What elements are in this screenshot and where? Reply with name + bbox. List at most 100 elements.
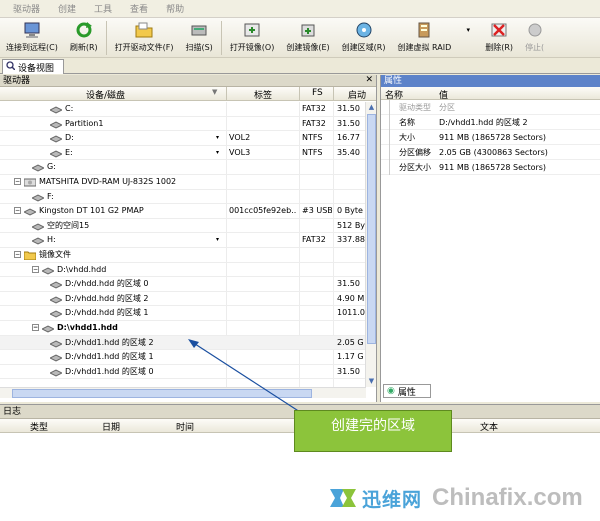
menu-create[interactable]: 创建 xyxy=(49,2,85,15)
connect-remote-button[interactable]: 连接到远程(C) xyxy=(0,21,64,57)
table-row[interactable]: D:/vhdd1.hdd 的区域 2 2.05 G xyxy=(0,335,366,351)
properties-pane: 属性 名称 值 驱动类型 分区 名称 D:/vhdd1.hdd 的区域 2 大小 91… xyxy=(380,75,600,402)
start-cell: 512 By xyxy=(337,220,366,230)
collapse-toggle-icon[interactable]: − xyxy=(14,207,21,215)
device-name-cell: − D:\vhdd1.hdd xyxy=(32,321,224,335)
device-name-cell: D:/vhdd.hdd 的区域 0 xyxy=(50,277,224,291)
table-row[interactable]: Partition1 FAT32 31.50 xyxy=(0,117,366,132)
device-name: H: xyxy=(47,235,56,245)
table-row[interactable]: F: xyxy=(0,190,366,205)
stop-button[interactable]: 停止( xyxy=(519,21,550,57)
tab-properties[interactable]: ◉ 属性 xyxy=(383,384,431,398)
tab-device-view[interactable]: 设备视图 xyxy=(2,59,64,74)
column-date[interactable]: 日期 xyxy=(102,420,120,433)
start-cell: 337.88 xyxy=(337,235,365,245)
column-start[interactable]: 启动 xyxy=(348,88,366,101)
disk-icon xyxy=(32,193,46,202)
scroll-down-icon[interactable]: ▼ xyxy=(366,376,377,387)
refresh-button[interactable]: 刷新(R) xyxy=(64,21,104,57)
table-row[interactable]: − 镜像文件 xyxy=(0,248,366,263)
scroll-thumb[interactable] xyxy=(367,114,376,344)
device-name-cell: D:/vhdd.hdd 的区域 1 xyxy=(50,306,224,320)
scan-button[interactable]: 扫描(S) xyxy=(179,21,218,57)
table-row[interactable]: − D:\vhdd1.hdd xyxy=(0,321,366,336)
create-image-button[interactable]: 创建镜像(E) xyxy=(280,21,335,57)
device-name-cell: Partition1 xyxy=(50,117,224,131)
raid-dropdown-arrow[interactable]: ▾ xyxy=(457,21,479,57)
fs-cell: #3 USB xyxy=(302,206,332,216)
create-virtual-raid-button[interactable]: 创建虚拟 RAID xyxy=(391,21,457,57)
table-row[interactable]: G: xyxy=(0,160,366,175)
virtual-raid-icon xyxy=(415,21,433,39)
chevron-down-icon[interactable]: ▾ xyxy=(216,233,219,247)
menu-view[interactable]: 查看 xyxy=(121,2,157,15)
table-row[interactable]: − Kingston DT 101 G2 PMAP 001cc05fe92eb...… xyxy=(0,204,366,219)
chevron-down-icon[interactable]: ▾ xyxy=(216,131,219,145)
property-row[interactable]: 分区偏移 2.05 GB (4300863 Sectors) xyxy=(381,145,600,160)
create-region-button[interactable]: 创建区域(R) xyxy=(336,21,392,57)
device-name-cell: C: xyxy=(50,102,224,116)
disk-icon xyxy=(50,295,64,304)
disk-icon xyxy=(50,353,64,362)
property-row[interactable]: 大小 911 MB (1865728 Sectors) xyxy=(381,130,600,145)
device-name-cell: − MATSHITA DVD-RAM UJ-832S 1002 xyxy=(14,175,224,189)
property-row[interactable]: 驱动类型 分区 xyxy=(381,100,600,115)
properties-title: 属性 xyxy=(381,75,600,87)
column-device[interactable]: 设备/磁盘 xyxy=(86,88,125,101)
menu-tools[interactable]: 工具 xyxy=(85,2,121,15)
drives-pane-title: 驱动器 ✕ xyxy=(0,75,376,87)
toolbar-separator xyxy=(105,21,107,55)
table-row[interactable]: − MATSHITA DVD-RAM UJ-832S 1002 xyxy=(0,175,366,190)
device-name: E: xyxy=(65,147,73,157)
device-name: D:\vhdd.hdd xyxy=(57,264,107,274)
property-row[interactable]: 名称 D:/vhdd1.hdd 的区域 2 xyxy=(381,115,600,130)
start-cell: 1.17 G xyxy=(337,352,364,362)
device-name-cell: D:/vhdd1.hdd 的区域 1 xyxy=(50,350,224,364)
device-name-cell: F: xyxy=(32,190,224,204)
property-row[interactable]: 分区大小 911 MB (1865728 Sectors) xyxy=(381,160,600,175)
table-row[interactable]: D:/vhdd.hdd 的区域 2 4.90 M xyxy=(0,292,366,307)
table-row[interactable]: C: FAT32 31.50 xyxy=(0,102,366,117)
drives-column-header: 设备/磁盘 ▼ 标签 FS 启动 xyxy=(0,87,376,101)
sort-arrow-icon: ▼ xyxy=(212,88,218,96)
open-image-button[interactable]: 打开镜像(O) xyxy=(224,21,281,57)
collapse-toggle-icon[interactable]: − xyxy=(32,265,39,273)
device-name: D:/vhdd.hdd 的区域 2 xyxy=(65,293,149,303)
folder-icon xyxy=(23,251,37,261)
device-name: D:/vhdd1.hdd 的区域 2 xyxy=(65,337,154,347)
scroll-up-icon[interactable]: ▲ xyxy=(366,102,377,113)
start-cell: 31.50 xyxy=(337,118,360,128)
toolbar-separator xyxy=(220,21,222,55)
column-type[interactable]: 类型 xyxy=(30,420,48,433)
close-icon[interactable]: ✕ xyxy=(365,74,373,86)
table-row[interactable]: E: ▾ VOL3 NTFS 35.40 xyxy=(0,146,366,161)
collapse-toggle-icon[interactable]: − xyxy=(14,177,21,185)
column-fs[interactable]: FS xyxy=(312,88,323,98)
scroll-thumb[interactable] xyxy=(12,389,312,398)
vertical-scrollbar[interactable]: ▲ ▼ xyxy=(365,102,376,387)
collapse-toggle-icon[interactable]: − xyxy=(32,323,39,331)
column-text[interactable]: 文本 xyxy=(480,420,498,433)
menu-help[interactable]: 帮助 xyxy=(157,2,193,15)
device-name: D:/vhdd.hdd 的区域 0 xyxy=(65,279,149,289)
chevron-down-icon[interactable]: ▾ xyxy=(216,146,219,160)
horizontal-scrollbar[interactable] xyxy=(0,387,366,398)
table-row[interactable]: D:/vhdd.hdd 的区域 1 1011.0 xyxy=(0,306,366,321)
table-row[interactable]: − D:\vhdd.hdd xyxy=(0,263,366,278)
menu-drives[interactable]: 驱动器 xyxy=(4,2,49,15)
watermark: 迅维网 Chinafix.com xyxy=(320,475,600,521)
table-row[interactable]: D:/vhdd1.hdd 的区域 1 1.17 G xyxy=(0,350,366,365)
collapse-toggle-icon[interactable]: − xyxy=(14,250,21,258)
table-row[interactable]: D:/vhdd1.hdd 的区域 0 31.50 xyxy=(0,365,366,380)
open-drive-file-button[interactable]: 打开驱动文件(F) xyxy=(109,21,180,57)
magnifier-icon xyxy=(6,61,16,73)
column-time[interactable]: 时间 xyxy=(176,420,194,433)
table-row[interactable]: D: ▾ VOL2 NTFS 16.77 xyxy=(0,131,366,146)
column-label[interactable]: 标签 xyxy=(254,88,272,101)
table-row[interactable]: 空的空间15 512 By xyxy=(0,219,366,234)
delete-button[interactable]: 删除(R) xyxy=(479,21,519,57)
device-name-cell: D:/vhdd1.hdd 的区域 0 xyxy=(50,365,224,379)
table-row[interactable]: D:/vhdd.hdd 的区域 0 31.50 xyxy=(0,277,366,292)
disk-icon xyxy=(32,163,46,172)
table-row[interactable]: H: ▾ FAT32 337.88 xyxy=(0,233,366,248)
